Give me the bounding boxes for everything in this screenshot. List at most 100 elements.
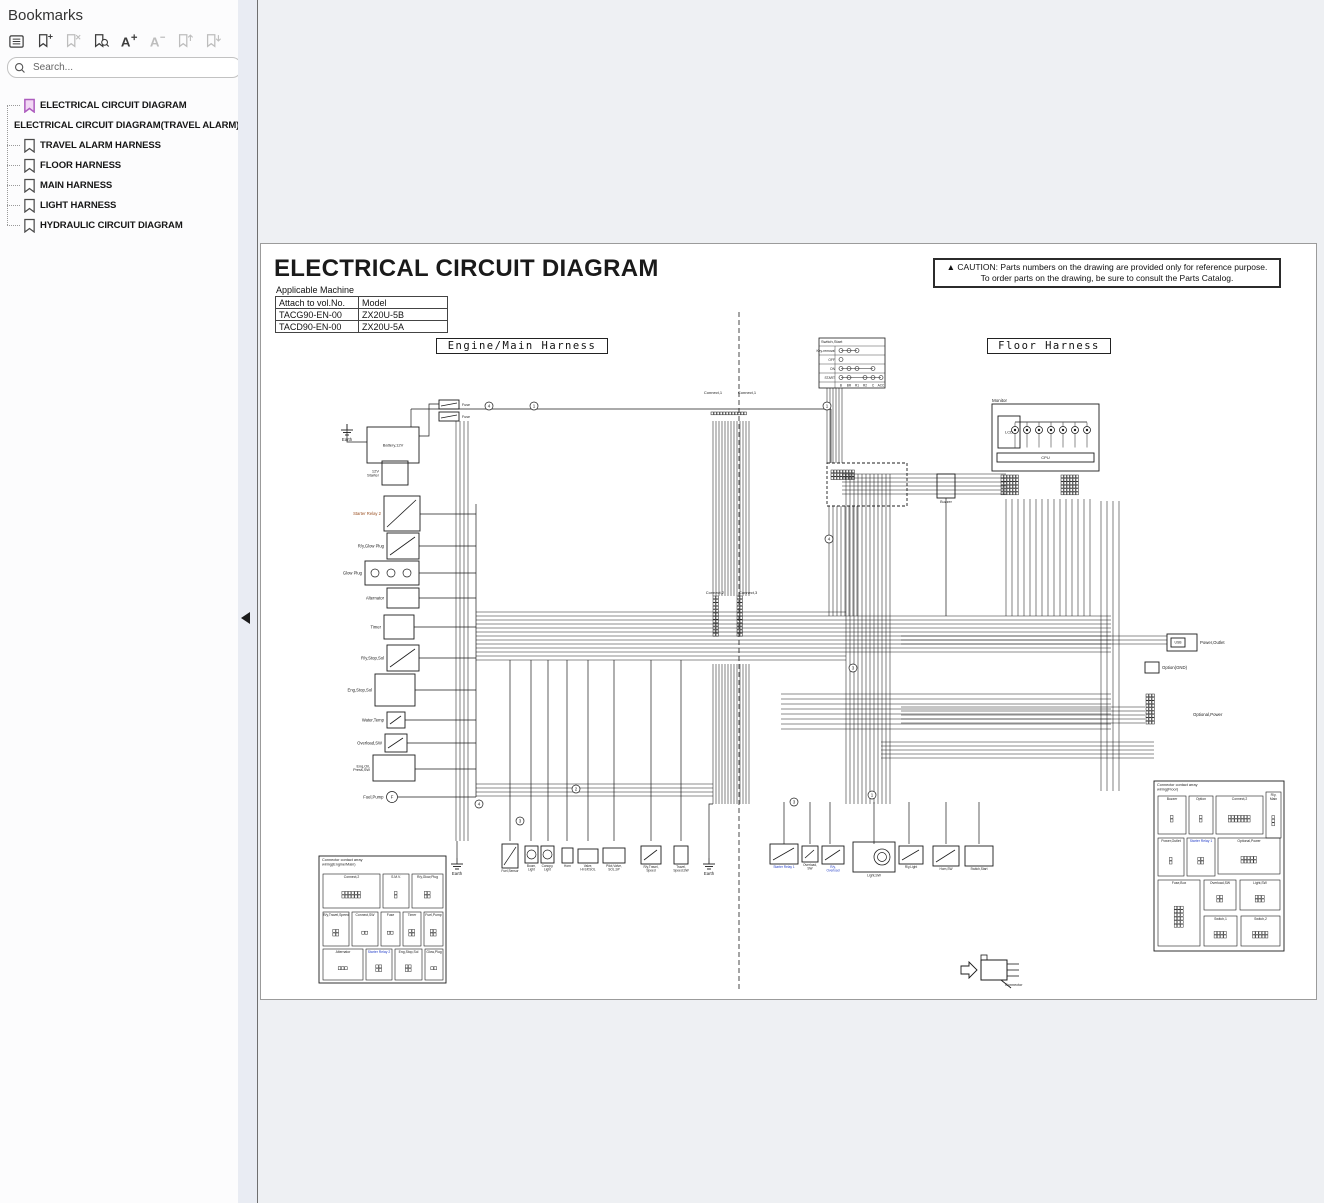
engine-main-harness-label: Engine/Main Harness [436,338,608,354]
key-switch-row: ON [830,367,836,371]
bookmark-item-floor-harness[interactable]: FLOOR HARNESS [0,155,238,175]
pin-grid [1076,478,1078,481]
array-pin [430,933,433,936]
delete-bookmark-button[interactable] [60,29,85,53]
array-pin [434,929,437,932]
search-input[interactable] [31,61,235,74]
array-pin [352,891,355,894]
pin-grid [1146,704,1148,707]
add-bookmark-button[interactable] [32,29,57,53]
array-cell [323,912,349,946]
array-cell-label: Fuel,Pump [425,913,442,917]
pin-grid [843,470,845,473]
bookmark-item-hydraulic-circuit-diagram[interactable]: HYDRAULIC CIRCUIT DIAGRAM [0,215,238,235]
array-cell [323,874,380,908]
array-pin [1255,895,1258,898]
pin-grid [1152,708,1154,711]
array-pin [1244,860,1247,863]
pin-grid [1010,478,1012,481]
array-pin [1244,815,1247,818]
pin-grid [1146,718,1148,721]
array-pin [355,891,358,894]
array-cell-label: Light,SW [1253,881,1268,885]
decrease-text-button[interactable]: A [144,29,169,53]
array-pin [336,933,339,936]
array-cell [403,912,421,946]
switch-start-label: Switch,Start [970,867,987,871]
array-pin [358,895,361,898]
switch-glyph [387,500,416,527]
caution-line1: CAUTION: Parts numbers on the drawing ar… [957,262,1267,272]
bookmark-icon [23,198,36,213]
pin-grid [1013,489,1015,492]
array-pin [1198,857,1201,860]
pin-grid [1149,714,1151,717]
array-cell-label: Timer [408,913,417,917]
bookmark-item-travel-alarm-harness[interactable]: TRAVEL ALARM HARNESS [0,135,238,155]
pin-grid [726,412,728,415]
array-pin [336,929,339,932]
search-icon [14,62,26,74]
pdf-page: Battery,12V12VStarterStarter Relay 2R/y,… [260,243,1317,1000]
array-pin [1177,917,1180,920]
bookmark-search-box [7,57,242,78]
search-bookmark-button[interactable] [88,29,113,53]
array-pin [1174,913,1177,916]
array-pin [1256,931,1259,934]
pin-grid [1073,485,1075,488]
array-pin [428,895,431,898]
key-switch-row: Key-removal [816,349,835,353]
bookmark-item-main-harness[interactable]: MAIN HARNESS [0,175,238,195]
document-canvas[interactable]: Battery,12V12VStarterStarter Relay 2R/y,… [258,0,1324,1203]
array-pin [1241,819,1244,822]
pin-grid [740,596,742,599]
array-cell-label: Switch,1 [1214,917,1227,921]
pin-grid [713,630,715,633]
array-pin [409,933,412,936]
move-bookmark-up-button[interactable] [172,29,197,53]
bookmark-item-electrical-circuit-diagram-travel-alarm[interactable]: ELECTRICAL CIRCUIT DIAGRAM(TRAVEL ALARM) [0,115,238,135]
eng-stop-sol-box [375,674,415,706]
key-switch-col: R2 [863,384,867,388]
switch-start-box [965,846,993,866]
pin-grid [1073,482,1075,485]
pin-grid [713,616,715,619]
pin-grid [713,606,715,609]
pin-grid [1149,711,1151,714]
pin-grid [741,412,743,415]
pin-grid [1064,482,1066,485]
array-pin [379,969,382,972]
array-pin [1174,910,1177,913]
bookmark-icon [23,138,36,153]
switch-glyph [825,850,840,860]
array-pin [1251,860,1254,863]
panel-splitter[interactable] [238,0,258,1203]
array-cell [1187,838,1215,876]
array-pin [1247,860,1250,863]
led-indicator [1014,429,1016,431]
array-pin [1241,815,1244,818]
key-switch-col: B [840,384,842,388]
array-pin [1262,895,1265,898]
move-bookmark-down-button[interactable] [200,29,225,53]
wiring-diagram: Battery,12V12VStarterStarter Relay 2R/y,… [261,244,1316,999]
increase-text-button[interactable]: A [116,29,141,53]
bookmark-item-electrical-circuit-diagram[interactable]: ELECTRICAL CIRCUIT DIAGRAM [0,95,238,115]
array-pin [1272,819,1275,822]
key-switch-row: OFF [828,358,835,362]
bookmarks-list-icon[interactable] [4,29,29,53]
array-pin [1217,895,1220,898]
array-pin [333,929,336,932]
pin-grid [1064,492,1066,495]
add-bookmark-icon [36,32,54,50]
collapse-panel-icon[interactable] [241,612,250,624]
relay-light-label: R/y,Light [905,865,917,869]
bookmark-item-light-harness[interactable]: LIGHT HARNESS [0,195,238,215]
pin-grid [716,606,718,609]
pin-grid [1004,485,1006,488]
array-pin [1177,924,1180,927]
array-pin [1259,935,1262,938]
pin-grid [1010,475,1012,478]
array-pin [341,967,344,970]
array-pin [1169,861,1172,864]
